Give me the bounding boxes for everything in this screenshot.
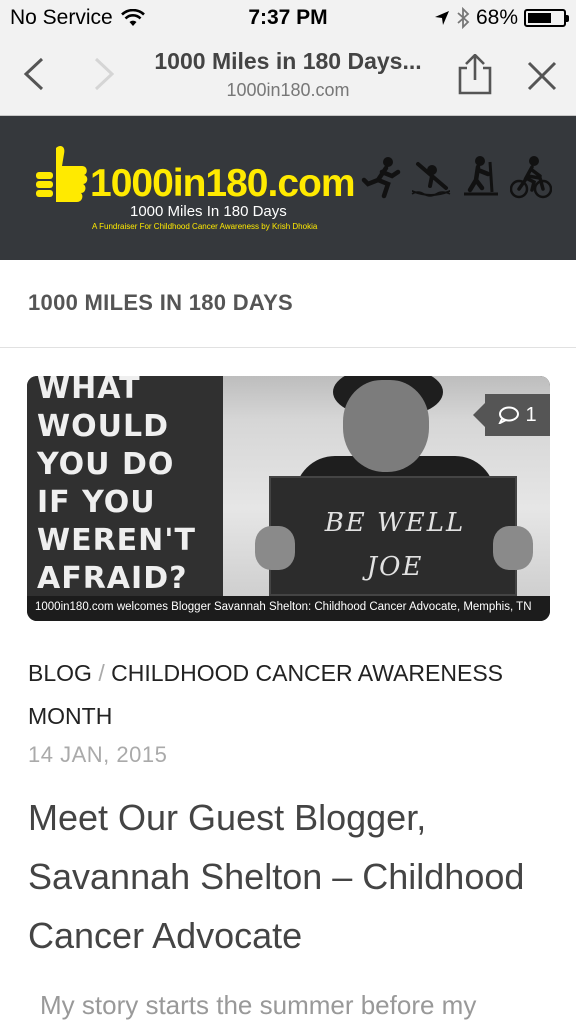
comment-icon [498, 406, 520, 424]
featured-caption: 1000in180.com welcomes Blogger Savannah … [27, 596, 550, 621]
page-title: 1000 MILES IN 180 DAYS [28, 290, 294, 315]
sign-board: BE WELL JOE [269, 476, 517, 596]
status-bar: No Service 7:37 PM 68% [0, 0, 576, 36]
sign-line-2: JOE [366, 552, 424, 582]
featured-word: WEREN'T [37, 523, 196, 558]
category-separator: / [98, 660, 105, 686]
battery-fill [528, 13, 552, 23]
status-time: 7:37 PM [248, 6, 328, 29]
sport-icons [360, 154, 552, 200]
site-logo[interactable]: 1000in180.com 1000 Miles In 180 Days A F… [34, 142, 364, 234]
forward-arrow-icon[interactable] [88, 56, 118, 92]
child-face [343, 380, 429, 472]
post-date: 14 JAN, 2015 [28, 742, 168, 767]
elliptical-icon [464, 156, 498, 196]
featured-text-panel: WHAT WOULD YOU DO IF YOU WEREN'T AFRAID? [27, 376, 227, 596]
featured-image[interactable]: WHAT WOULD YOU DO IF YOU WEREN'T AFRAID? BE W… [27, 376, 550, 621]
share-icon[interactable] [455, 54, 495, 96]
comment-count-badge[interactable]: 1 [473, 394, 550, 436]
featured-word: WHAT [37, 376, 141, 406]
carrier-label: No Service [10, 6, 113, 29]
cycling-icon [510, 156, 552, 199]
battery-icon [524, 9, 569, 27]
category-link-blog[interactable]: BLOG [28, 660, 92, 686]
post-categories: BLOG / CHILDHOOD CANCER AWARENESS MONTH [28, 652, 548, 738]
comment-count: 1 [525, 403, 537, 426]
back-arrow-icon[interactable] [20, 56, 50, 92]
browser-url-host[interactable]: 1000in180.com [120, 80, 456, 101]
featured-word: AFRAID? [37, 561, 188, 596]
featured-word: WOULD [37, 409, 169, 444]
sign-line-1: BE WELL [324, 508, 466, 538]
close-icon[interactable] [524, 58, 560, 94]
post-excerpt: My story starts the summer before my [40, 990, 477, 1020]
logo-tagline: 1000 Miles In 180 Days [130, 203, 287, 220]
browser-page-title[interactable]: 1000 Miles in 180 Days... [120, 48, 456, 75]
featured-word: YOU DO [37, 447, 175, 482]
browser-toolbar: 1000 Miles in 180 Days... 1000in180.com [0, 36, 576, 116]
right-hand [493, 526, 533, 570]
battery-percent: 68% [475, 6, 518, 29]
post-title[interactable]: Meet Our Guest Blogger, Savannah Shelton… [28, 788, 558, 965]
logo-text: 1000in180.com [90, 162, 356, 205]
thumbs-up-icon [36, 146, 88, 202]
featured-words: WHAT WOULD YOU DO IF YOU WEREN'T AFRAID? [37, 376, 196, 598]
status-left: No Service [10, 6, 200, 30]
wifi-icon [120, 9, 145, 26]
featured-word: IF YOU [37, 485, 156, 520]
running-icon [361, 157, 401, 199]
kayaking-icon [411, 162, 451, 197]
left-hand [255, 526, 295, 570]
bluetooth-icon [457, 7, 470, 29]
logo-subtitle: A Fundraiser For Childhood Cancer Awaren… [92, 222, 318, 231]
site-header-banner: 1000in180.com 1000 Miles In 180 Days A F… [0, 116, 576, 260]
status-right: 68% [376, 6, 569, 30]
location-arrow-icon [434, 11, 449, 25]
page-title-bar: 1000 MILES IN 180 DAYS [0, 260, 576, 348]
